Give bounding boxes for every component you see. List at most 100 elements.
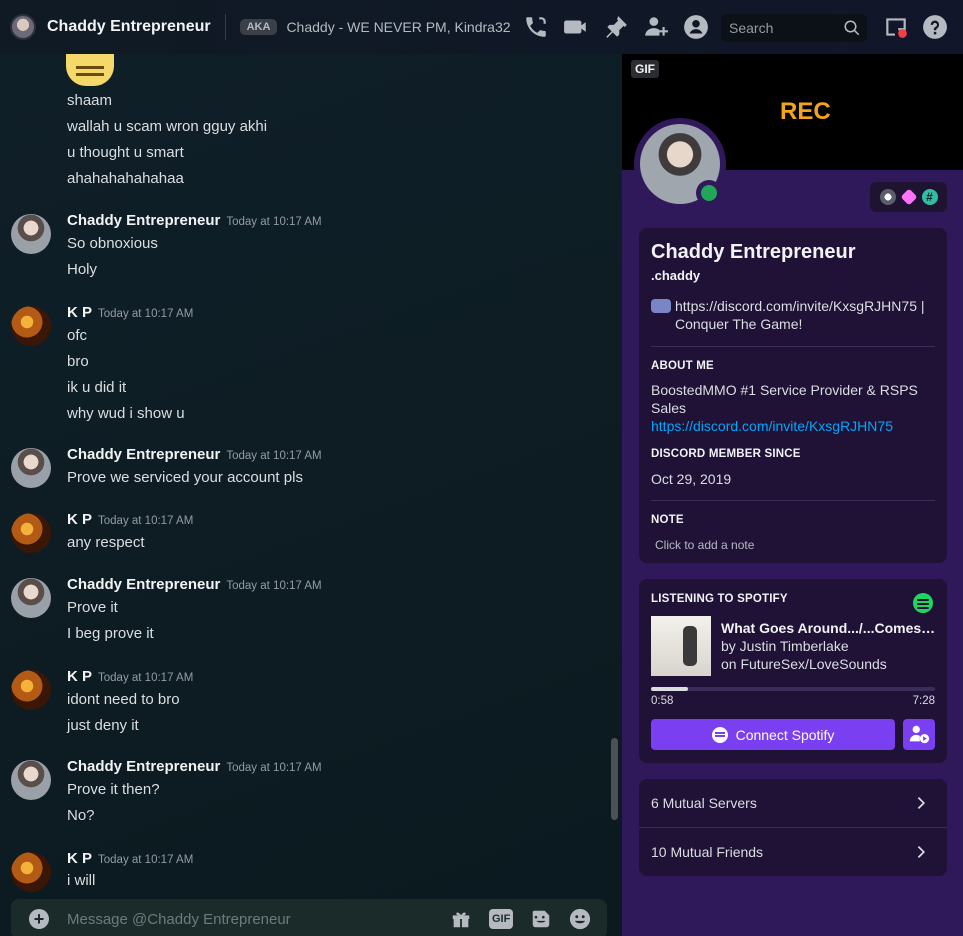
avatar[interactable]	[11, 852, 51, 892]
listen-along-button[interactable]	[903, 719, 935, 750]
chevron-right-icon	[913, 843, 931, 861]
message-header: K P Today at 10:17 AM	[67, 304, 193, 322]
avatar[interactable]	[11, 448, 51, 488]
message-header: Chaddy Entrepreneur Today at 10:17 AM	[67, 758, 322, 776]
message-text: i will	[67, 872, 96, 889]
help-icon[interactable]	[922, 14, 948, 40]
message-timestamp: Today at 10:17 AM	[226, 216, 322, 228]
mutual-servers-label: 6 Mutual Servers	[651, 795, 757, 811]
message-text: ofc	[67, 327, 88, 344]
track-duration: 7:28	[912, 695, 935, 707]
spotify-activity-card: LISTENING TO SPOTIFY What Goes Around...…	[639, 579, 947, 763]
channel-header: Chaddy Entrepreneur AKA Chaddy - WE NEVE…	[0, 0, 963, 54]
message-composer[interactable]: + GIF	[11, 899, 607, 936]
custom-status: https://discord.com/invite/KxsgRJHN75 | …	[651, 297, 935, 333]
avatar[interactable]	[11, 513, 51, 553]
message-timestamp: Today at 10:17 AM	[98, 515, 194, 527]
mutual-servers-row[interactable]: 6 Mutual Servers	[639, 779, 947, 827]
listen-along-icon	[909, 725, 930, 744]
message-text: I beg prove it	[67, 625, 154, 642]
message-text: u thought u smart	[67, 144, 184, 161]
track-album[interactable]: on FutureSex/LoveSounds	[721, 656, 887, 672]
search-icon[interactable]	[843, 19, 861, 37]
banner-text: REC	[780, 98, 831, 125]
avatar[interactable]	[11, 670, 51, 710]
sticker-icon[interactable]	[530, 908, 552, 930]
message-author[interactable]: Chaddy Entrepreneur	[67, 446, 220, 463]
video-call-icon[interactable]	[563, 14, 589, 40]
aka-names[interactable]: Chaddy - WE NEVER PM, Kindra32	[286, 19, 510, 35]
gift-icon[interactable]	[450, 908, 472, 930]
message-text: idont need to bro	[67, 691, 180, 708]
message-author[interactable]: Chaddy Entrepreneur	[67, 212, 220, 229]
chevron-right-icon	[913, 794, 931, 812]
gif-button[interactable]: GIF	[489, 909, 514, 929]
avatar[interactable]	[11, 214, 51, 254]
about-me-heading: ABOUT ME	[651, 360, 714, 372]
message-input[interactable]	[67, 908, 427, 930]
profile-toggle-icon[interactable]	[683, 14, 709, 40]
message-text: bro	[67, 353, 89, 370]
dm-avatar	[10, 14, 36, 40]
message-text: ahahahahahahaa	[67, 170, 184, 187]
user-profile-panel: GIF REC # Chaddy Entrepreneur .chaddy ht…	[622, 54, 963, 936]
mutual-friends-label: 10 Mutual Friends	[651, 843, 764, 860]
phone-call-icon[interactable]	[523, 14, 549, 40]
avatar[interactable]	[11, 760, 51, 800]
track-elapsed: 0:58	[651, 695, 674, 707]
spotify-heading: LISTENING TO SPOTIFY	[651, 593, 788, 605]
message-text: Prove it then?	[67, 781, 160, 798]
emoji-icon[interactable]	[569, 908, 591, 930]
add-friend-icon[interactable]	[643, 14, 669, 40]
message-header: Chaddy Entrepreneur Today at 10:17 AM	[67, 212, 322, 230]
search-box[interactable]	[721, 14, 867, 42]
message-timestamp: Today at 10:17 AM	[226, 762, 322, 774]
about-me-link[interactable]: https://discord.com/invite/KxsgRJHN75	[651, 417, 935, 435]
online-status-indicator	[696, 180, 722, 206]
spotify-logo-icon[interactable]	[913, 593, 933, 613]
album-art[interactable]	[651, 616, 711, 676]
message-text: shaam	[67, 92, 113, 109]
inbox-icon[interactable]	[883, 14, 909, 40]
message-header: K P Today at 10:17 AM	[67, 850, 193, 868]
connect-spotify-button[interactable]: Connect Spotify	[651, 719, 895, 750]
message-header: K P Today at 10:17 AM	[67, 511, 193, 529]
mutual-friends-row[interactable]: 10 Mutual Friends	[639, 827, 947, 875]
message-author[interactable]: K P	[67, 850, 92, 867]
note-input[interactable]: Click to add a note	[651, 538, 935, 552]
message-text: So obnoxious	[67, 235, 158, 252]
message-list: shaam wallah u scam wron gguy akhi u tho…	[0, 54, 610, 894]
search-input[interactable]	[729, 20, 839, 36]
chat-area: shaam wallah u scam wron gguy akhi u tho…	[0, 54, 622, 936]
message-author[interactable]: Chaddy Entrepreneur	[67, 576, 220, 593]
avatar[interactable]	[11, 578, 51, 618]
message-text: just deny it	[67, 717, 139, 734]
message-author[interactable]: K P	[67, 304, 92, 321]
message-header: Chaddy Entrepreneur Today at 10:17 AM	[67, 446, 322, 464]
track-title[interactable]: What Goes Around.../...Comes Around (Int…	[721, 620, 937, 636]
message-author[interactable]: Chaddy Entrepreneur	[67, 758, 220, 775]
avatar[interactable]	[11, 306, 51, 346]
emoji-sticker[interactable]	[66, 54, 114, 86]
chat-scrollbar[interactable]	[611, 738, 618, 820]
server-boost-badge-icon[interactable]	[900, 188, 917, 206]
hashtag-badge-icon[interactable]: #	[921, 189, 938, 205]
member-since-heading: DISCORD MEMBER SINCE	[651, 448, 801, 460]
pin-icon[interactable]	[603, 14, 629, 40]
attach-plus-icon[interactable]: +	[29, 909, 49, 929]
track-progress-bar	[651, 687, 935, 691]
message-text: any respect	[67, 534, 145, 551]
message-header: K P Today at 10:17 AM	[67, 668, 193, 686]
nitro-badge-icon[interactable]	[879, 189, 896, 205]
about-me-body: BoostedMMO #1 Service Provider & RSPS Sa…	[651, 381, 935, 435]
header-divider	[224, 14, 226, 40]
message-text: Prove we serviced your account pls	[67, 469, 303, 486]
custom-status-text: https://discord.com/invite/KxsgRJHN75 | …	[675, 298, 925, 332]
spotify-icon	[711, 726, 728, 743]
message-timestamp: Today at 10:17 AM	[98, 854, 194, 866]
message-author[interactable]: K P	[67, 511, 92, 528]
track-artist[interactable]: by Justin Timberlake	[721, 638, 849, 654]
message-text: why wud i show u	[67, 405, 185, 422]
message-timestamp: Today at 10:17 AM	[226, 580, 322, 592]
message-author[interactable]: K P	[67, 668, 92, 685]
